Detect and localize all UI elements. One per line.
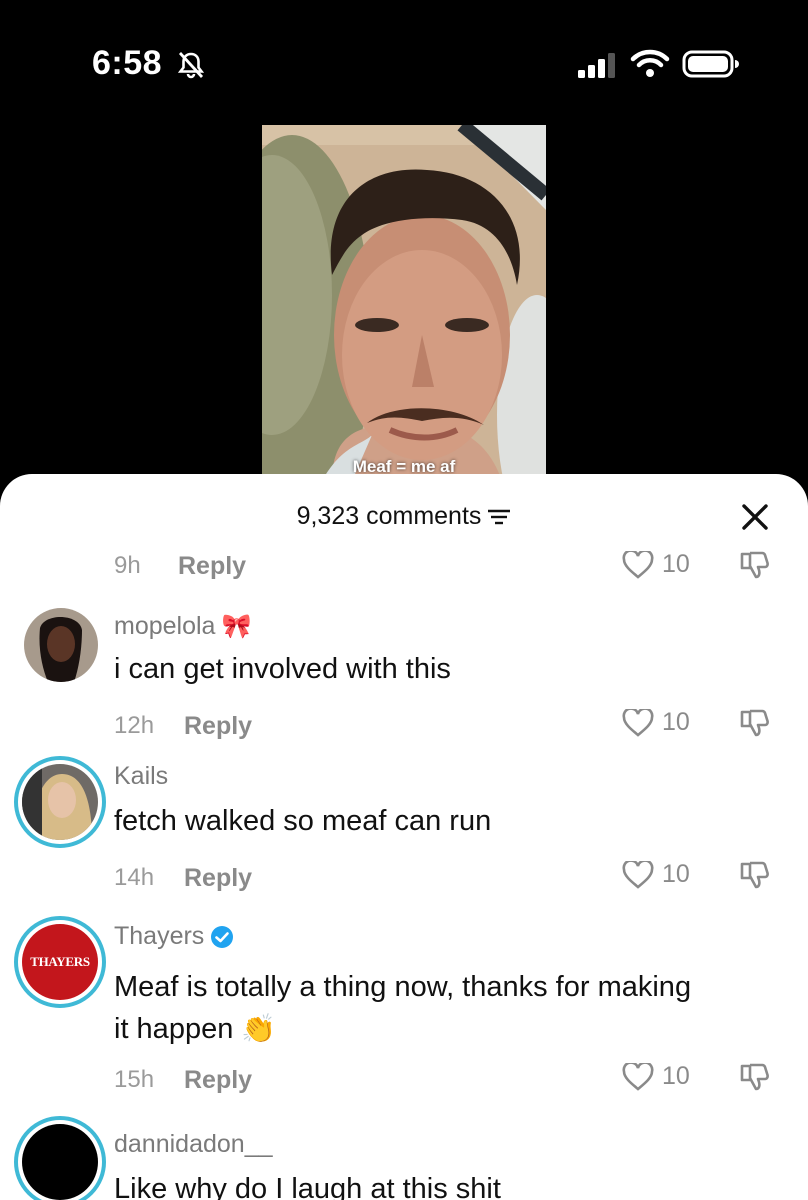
like-button[interactable]: 10 xyxy=(622,1062,690,1091)
comment-username[interactable]: dannidadon__ xyxy=(114,1130,273,1159)
avatar[interactable] xyxy=(14,756,106,848)
like-button[interactable]: 10 xyxy=(622,550,690,579)
wifi-icon xyxy=(630,49,670,77)
comment-text: fetch walked so meaf can run xyxy=(114,805,492,837)
avatar[interactable] xyxy=(14,1116,106,1200)
comments-sheet: 9,323 comments 9h Reply 10 mopelola 🎀 i … xyxy=(0,474,808,1200)
avatar[interactable]: THAYERS xyxy=(14,916,106,1008)
comment-text: Meaf is totally a thing now, thanks for … xyxy=(114,966,774,1050)
bell-muted-icon xyxy=(177,52,205,79)
like-button[interactable]: 10 xyxy=(622,708,690,737)
comment-time: 14h xyxy=(114,864,155,891)
avatar-photo xyxy=(22,764,98,840)
bow-emoji: 🎀 xyxy=(221,613,252,640)
status-bar: 6:58 xyxy=(0,0,808,120)
video-frame-image xyxy=(262,125,546,481)
comment-username[interactable]: Thayers xyxy=(114,922,204,951)
video-player[interactable]: Meaf = me af xyxy=(262,125,546,481)
comment-time: 12h xyxy=(114,712,155,739)
like-count: 10 xyxy=(662,860,690,888)
avatar[interactable] xyxy=(24,608,98,682)
status-time: 6:58 xyxy=(92,44,163,82)
comment-username[interactable]: mopelola xyxy=(114,612,215,641)
comment-time: 9h xyxy=(114,552,141,579)
sort-filter-icon[interactable] xyxy=(487,507,511,527)
dislike-icon[interactable] xyxy=(738,1062,770,1092)
thayers-logo: THAYERS xyxy=(30,954,90,969)
like-button[interactable]: 10 xyxy=(622,860,690,889)
heart-icon xyxy=(622,860,654,889)
heart-icon xyxy=(622,1062,654,1091)
like-count: 10 xyxy=(662,550,690,578)
like-count: 10 xyxy=(662,1062,690,1090)
comment-username[interactable]: Kails xyxy=(114,762,168,791)
heart-icon xyxy=(622,708,654,737)
like-count: 10 xyxy=(662,708,690,736)
close-icon[interactable] xyxy=(738,500,772,534)
reply-button[interactable]: Reply xyxy=(178,552,246,581)
comments-header: 9,323 comments xyxy=(0,500,808,540)
dislike-icon[interactable] xyxy=(738,550,770,580)
dislike-icon[interactable] xyxy=(738,860,770,890)
cellular-signal-icon xyxy=(578,53,615,78)
battery-icon xyxy=(682,50,739,78)
comment-text: i can get involved with this xyxy=(114,653,451,685)
comment-text-line: Meaf is totally a thing now, thanks for … xyxy=(114,971,692,1003)
comment-time: 15h xyxy=(114,1066,155,1093)
avatar-photo xyxy=(24,608,98,682)
reply-button[interactable]: Reply xyxy=(184,864,252,893)
verified-badge-icon xyxy=(211,925,234,948)
comments-count: 9,323 comments xyxy=(296,502,482,530)
clapping-emoji: 👏 xyxy=(241,1013,277,1044)
comment-text-line: it happen xyxy=(114,1013,234,1045)
heart-icon xyxy=(622,550,654,579)
dislike-icon[interactable] xyxy=(738,708,770,738)
reply-button[interactable]: Reply xyxy=(184,712,252,741)
reply-button[interactable]: Reply xyxy=(184,1066,252,1095)
comment-text: Like why do I laugh at this shit xyxy=(114,1173,501,1200)
